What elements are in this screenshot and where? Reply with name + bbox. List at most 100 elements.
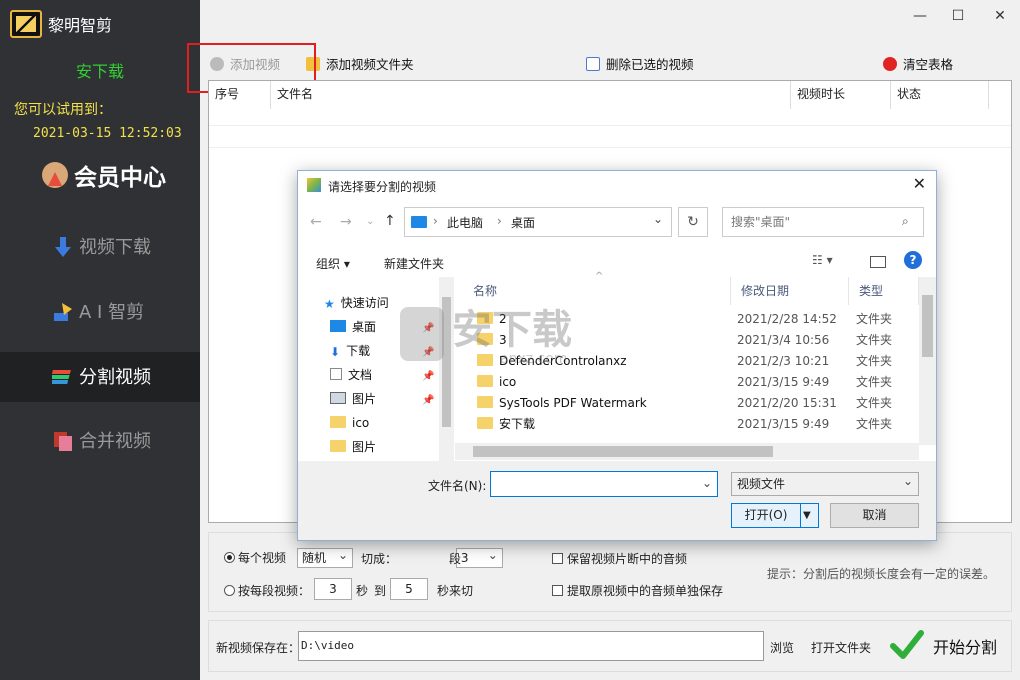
browse-button[interactable]: 浏览 [770,639,794,656]
file-type: 文件夹 [856,354,893,368]
nav-label: 快速访问 [340,296,389,310]
save-path-input[interactable]: D:\video [298,631,764,661]
nav-pictures[interactable]: 图片 [330,389,376,409]
download-arrow-icon [55,237,71,257]
per-segment-radio[interactable]: 按每段视频： [224,582,310,599]
column-header-type[interactable]: 类型 [849,277,919,305]
member-center-label: 会员中心 [74,164,166,191]
breadcrumb-sep-icon: › [497,214,502,228]
seconds-label: 秒 [356,584,369,598]
column-header-duration[interactable]: 视频时长 [791,81,891,109]
sidebar-item-merge-video[interactable]: 合并视频 [0,416,200,466]
seconds-to-input[interactable]: 5 [390,578,428,600]
seconds-from-input[interactable]: 3 [314,578,352,600]
file-hscroll-thumb[interactable] [473,446,773,457]
clear-table-label: 清空表格 [903,57,954,72]
column-header-index[interactable]: 序号 [209,81,271,109]
start-split-label: 开始分割 [933,638,998,657]
column-header-filename[interactable]: 文件名 [271,81,791,109]
refresh-icon[interactable]: ↻ [678,207,708,237]
file-date: 2021/2/28 14:52 [737,312,837,326]
address-bar[interactable]: › 此电脑 › 桌面 ⌄ [404,207,672,237]
start-split-button[interactable]: 开始分割 [884,620,1012,670]
file-name: 安下载 [499,417,536,431]
desktop-icon [330,320,346,332]
cancel-button[interactable]: 取消 [830,503,919,528]
organize-menu[interactable]: 组织 ▾ [316,255,350,272]
pin-icon: 📌 [422,395,435,406]
open-folder-button[interactable]: 打开文件夹 [811,639,871,656]
open-dropdown-icon[interactable]: ▼ [803,504,811,527]
file-vscrollbar[interactable] [919,277,936,445]
segments-select[interactable]: 3 [455,546,503,568]
member-center-button[interactable]: 会员中心 [42,158,172,192]
star-icon: ★ [324,297,335,311]
nav-label: 图片 [352,392,377,406]
add-folder-button[interactable]: 添加视频文件夹 [306,53,414,77]
open-button-label: 打开(O) [744,508,788,522]
preview-pane-icon[interactable] [870,256,886,268]
sort-caret-icon: ^ [595,271,604,282]
file-row[interactable]: SysTools PDF Watermark 2021/2/20 15:31 文件夹 [455,393,915,414]
extract-audio-checkbox[interactable]: 提取原视频中的音频单独保存 [552,582,723,599]
file-scroll-thumb[interactable] [922,295,933,357]
brand-label: 安下载 [75,62,124,81]
new-folder-button[interactable]: 新建文件夹 [384,255,444,272]
checkbox-icon [552,585,563,596]
file-hscrollbar[interactable] [455,443,919,460]
breadcrumb-desktop[interactable]: 桌面 [511,214,535,231]
folder-icon [330,416,346,428]
close-icon[interactable]: ✕ [989,8,1011,26]
mode-select[interactable]: 随机 [297,546,353,568]
file-name: ico [499,375,517,389]
split-layers-icon [52,370,71,384]
nav-desktop[interactable]: 桌面 [330,317,376,337]
view-options-icon[interactable]: ☷ ▾ [812,253,833,267]
clear-table-button[interactable]: 清空表格 [883,53,953,77]
scissors-logo-icon [10,10,42,38]
nav-documents[interactable]: 文档 [330,365,372,385]
open-button[interactable]: 打开(O) ▼ [731,503,819,528]
sidebar-item-split-video[interactable]: 分割视频 [0,352,200,402]
help-icon[interactable]: ? [904,251,922,269]
recent-chevron-icon[interactable]: ⌄ [366,216,374,227]
address-dropdown-icon[interactable]: ⌄ [653,212,663,226]
search-input[interactable]: 搜索"桌面" [722,207,924,237]
sidebar-item-ai-edit[interactable]: A I 智剪 [0,287,200,337]
back-arrow-icon[interactable]: ← [310,214,322,230]
filename-input[interactable] [490,471,718,497]
maximize-icon[interactable]: ☐ [947,8,969,26]
trial-date: 2021-03-15 12:52:03 [33,126,182,141]
merge-pages-icon [54,432,72,451]
file-type: 文件夹 [856,312,893,326]
nav-pictures-folder[interactable]: 图片 [330,437,376,457]
sidebar-item-video-download[interactable]: 视频下载 [0,222,200,272]
column-header-date[interactable]: 修改日期 [731,277,849,305]
watermark: 安下载 anxz.com [400,297,620,377]
nav-downloads[interactable]: ⬇ 下载 [330,341,370,361]
forward-arrow-icon[interactable]: → [340,214,352,230]
file-row[interactable]: 安下载 2021/3/15 9:49 文件夹 [455,414,915,435]
filetype-select[interactable]: 视频文件 [731,472,919,496]
nav-ico[interactable]: ico [330,413,369,433]
nav-quick-access[interactable]: ★ 快速访问 [324,293,389,313]
watermark-text: 安下载 [452,307,572,353]
file-date: 2021/3/15 9:49 [737,375,830,389]
per-video-label: 每个视频 [238,551,287,565]
nav-label: 桌面 [352,320,377,334]
column-header-status[interactable]: 状态 [891,81,989,109]
filetype-dropdown-icon[interactable]: ⌄ [903,474,913,488]
file-type: 文件夹 [856,375,893,389]
sidebar-item-label: 视频下载 [79,237,151,258]
file-date: 2021/3/4 10:56 [737,333,830,347]
breadcrumb-pc[interactable]: 此电脑 [447,214,483,231]
keep-audio-checkbox[interactable]: 保留视频片断中的音频 [552,550,687,567]
dialog-close-icon[interactable]: ✕ [913,174,926,193]
search-icon: ⌕ [902,214,909,228]
delete-selected-button[interactable]: 删除已选的视频 [586,53,694,77]
up-arrow-icon[interactable]: ↑ [384,213,396,229]
per-video-radio[interactable]: 每个视频 [224,549,286,566]
segments-unit: 段 [449,552,462,566]
filename-dropdown-icon[interactable]: ⌄ [702,476,712,490]
minimize-icon[interactable]: — [909,8,931,26]
